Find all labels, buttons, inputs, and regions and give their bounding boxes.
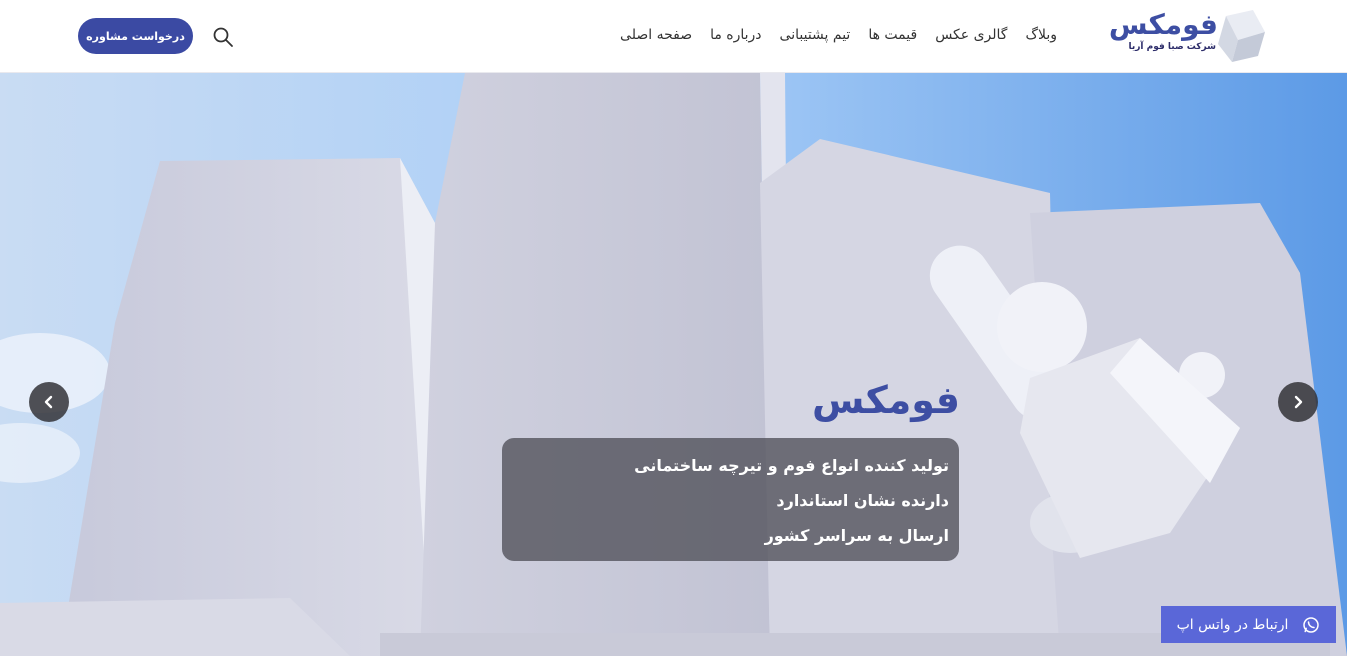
nav-item-support-team[interactable]: تیم پشتیبانی (780, 22, 851, 48)
site-header: فومکس شرکت صبا فوم آریا صفحه اصلی درباره… (0, 0, 1347, 73)
nav-item-blog[interactable]: وبلاگ (1025, 22, 1057, 48)
slider-next-button[interactable] (1278, 382, 1318, 422)
nav-item-prices[interactable]: قیمت ها (868, 22, 917, 48)
nav-item-gallery[interactable]: گالری عکس (935, 22, 1007, 48)
logo-name: فومکس (1108, 8, 1218, 41)
chevron-left-icon (44, 395, 53, 409)
hero-caption-line: تولید کننده انواع فوم و تیرچه ساختمانی (634, 456, 949, 475)
chevron-right-icon (1294, 395, 1303, 409)
hero-image (0, 73, 1347, 656)
consult-request-button[interactable]: درخواست مشاوره (78, 18, 193, 54)
whatsapp-label: ارتباط در واتس اپ (1176, 616, 1289, 633)
hero-title: فومکس (811, 378, 960, 422)
hero-caption-line: ارسال به سراسر کشور (764, 526, 949, 545)
nav-item-about[interactable]: درباره ما (710, 22, 761, 48)
whatsapp-icon (1303, 616, 1320, 633)
hero-caption-box: تولید کننده انواع فوم و تیرچه ساختمانی د… (502, 438, 959, 561)
slider-prev-button[interactable] (29, 382, 69, 422)
whatsapp-contact-button[interactable]: ارتباط در واتس اپ (1161, 606, 1336, 643)
main-nav: صفحه اصلی درباره ما تیم پشتیبانی قیمت ها… (620, 22, 1057, 48)
search-icon (213, 27, 233, 47)
search-button[interactable] (210, 24, 236, 50)
nav-item-home[interactable]: صفحه اصلی (620, 22, 692, 48)
hero-caption-line: دارنده نشان استاندارد (776, 491, 949, 510)
site-logo[interactable]: فومکس شرکت صبا فوم آریا (1108, 6, 1268, 66)
logo-tagline: شرکت صبا فوم آریا (1128, 42, 1216, 52)
hero-slider: فومکس تولید کننده انواع فوم و تیرچه ساخت… (0, 73, 1347, 656)
